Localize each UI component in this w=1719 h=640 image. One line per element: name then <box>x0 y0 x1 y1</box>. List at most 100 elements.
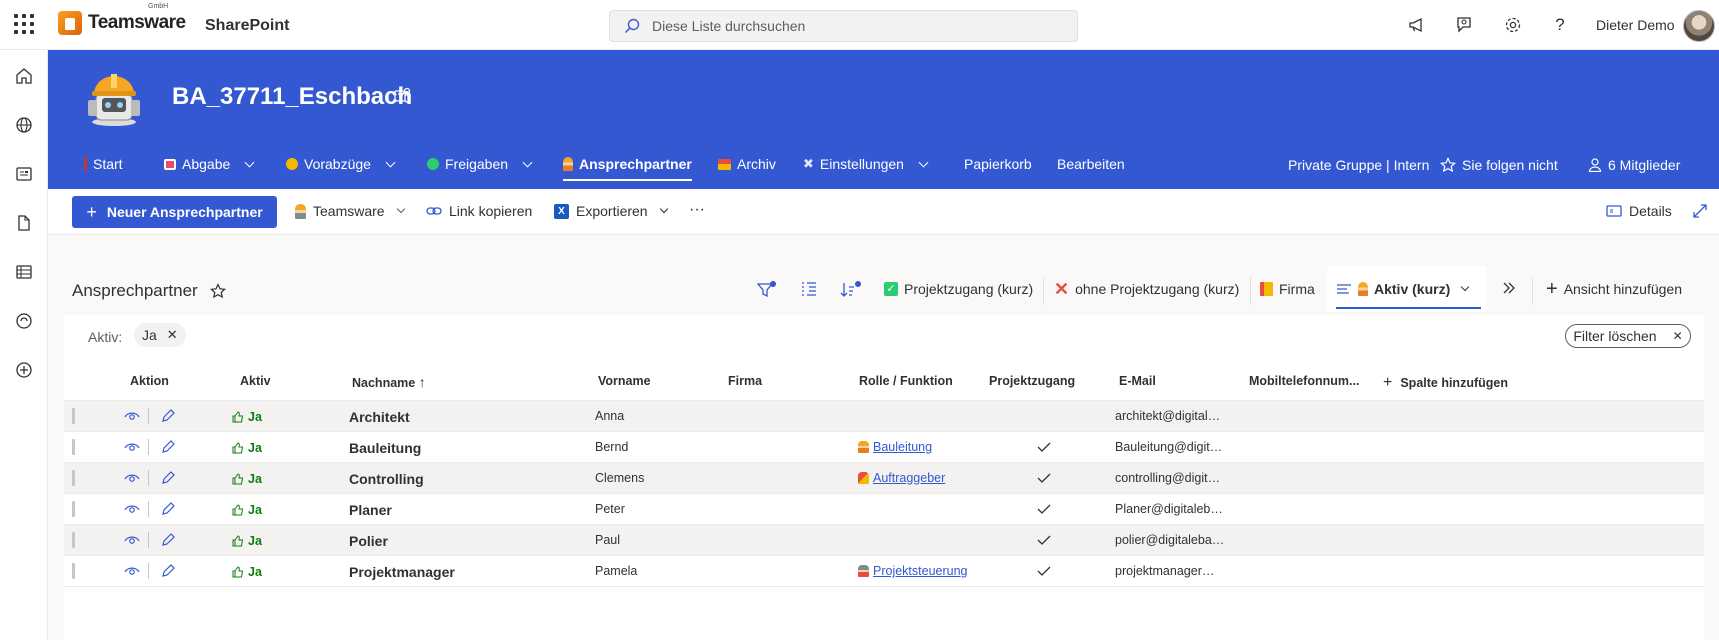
filter-icon[interactable] <box>757 281 777 299</box>
pencil-icon[interactable] <box>160 532 176 548</box>
aktiv-cell: Ja <box>232 410 262 424</box>
more-button[interactable]: ··· <box>689 201 705 219</box>
pencil-icon[interactable] <box>160 470 176 486</box>
column-header-vorname[interactable]: Vorname <box>598 374 651 388</box>
nachname-cell[interactable]: Architekt <box>349 409 410 425</box>
rolle-link[interactable]: Bauleitung <box>858 440 932 454</box>
eye-icon[interactable] <box>124 472 140 484</box>
column-header-aktion[interactable]: Aktion <box>130 374 169 388</box>
nav-item-start[interactable]: Start <box>84 156 123 172</box>
star-icon[interactable] <box>209 283 226 299</box>
column-header-mobil[interactable]: Mobiltelefonnum... <box>1249 374 1359 388</box>
user-name[interactable]: Dieter Demo <box>1596 17 1675 33</box>
table-row[interactable]: Ja Architekt Anna architekt@digitaleb... <box>64 401 1704 432</box>
view-separator <box>1250 277 1251 305</box>
sites-icon[interactable] <box>12 309 36 333</box>
nachname-cell[interactable]: Bauleitung <box>349 440 421 456</box>
nav-item-abgabe[interactable]: Abgabe <box>164 156 255 172</box>
create-icon[interactable] <box>12 358 36 382</box>
column-header-rolle[interactable]: Rolle / Funktion <box>859 374 953 388</box>
eye-icon[interactable] <box>124 441 140 453</box>
pencil-icon[interactable] <box>160 408 176 424</box>
avatar[interactable] <box>1683 10 1715 42</box>
nav-item-ansprechpartner[interactable]: Ansprechpartner <box>563 156 692 181</box>
nav-item-papierkorb[interactable]: Papierkorb <box>964 156 1032 172</box>
column-header-firma[interactable]: Firma <box>728 374 762 388</box>
search-box[interactable] <box>609 10 1078 42</box>
list-icon[interactable] <box>12 260 36 284</box>
column-header-nachname[interactable]: Nachname ↑ <box>352 374 426 390</box>
eye-icon[interactable] <box>124 565 140 577</box>
column-header-projektzugang[interactable]: Projektzugang <box>989 374 1075 388</box>
rolle-link[interactable]: Auftraggeber <box>858 471 945 485</box>
nachname-cell[interactable]: Planer <box>349 502 392 518</box>
table-row[interactable]: Ja Bauleitung Bernd Bauleitung Bauleitun… <box>64 432 1704 463</box>
clear-filter-button[interactable]: Filter löschen ✕ <box>1565 324 1691 348</box>
members-button[interactable]: 6 Mitglieder <box>1588 157 1680 173</box>
app-launcher-icon[interactable] <box>12 12 36 36</box>
feedback-icon[interactable] <box>1453 14 1475 36</box>
file-icon[interactable] <box>12 211 36 235</box>
nachname-cell[interactable]: Controlling <box>349 471 424 487</box>
nav-item-einstellungen[interactable]: ✖ Einstellungen <box>803 156 929 172</box>
table-row[interactable]: Ja Planer Peter Planer@digitalebau... <box>64 494 1704 525</box>
expand-icon[interactable] <box>1692 203 1708 219</box>
details-label: Details <box>1629 203 1672 219</box>
sort-icon[interactable] <box>840 281 862 299</box>
news-icon[interactable] <box>12 162 36 186</box>
row-select-handle[interactable] <box>72 563 75 579</box>
rolle-link[interactable]: Projektsteuerung <box>858 564 968 578</box>
pencil-icon[interactable] <box>160 563 176 579</box>
search-input[interactable] <box>652 18 1032 34</box>
view-tab-firma[interactable]: Firma <box>1260 281 1315 297</box>
new-contact-button[interactable]: + Neuer Ansprechpartner <box>72 196 277 228</box>
megaphone-icon[interactable] <box>1406 14 1428 36</box>
row-select-handle[interactable] <box>72 439 75 455</box>
thumbs-up-icon <box>232 442 244 454</box>
nav-item-freigaben[interactable]: Freigaben <box>427 156 533 172</box>
eye-icon[interactable] <box>124 410 140 422</box>
table-row[interactable]: Ja Controlling Clemens Auftraggeber cont… <box>64 463 1704 494</box>
filter-chip[interactable]: Ja ✕ <box>134 323 186 347</box>
app-name[interactable]: SharePoint <box>205 17 289 35</box>
column-header-email[interactable]: E-Mail <box>1119 374 1156 388</box>
group-by-icon[interactable] <box>800 281 818 297</box>
nav-item-vorabzuege[interactable]: Vorabzüge <box>286 156 396 172</box>
eye-icon[interactable] <box>124 503 140 515</box>
gear-icon[interactable] <box>1502 14 1524 36</box>
site-title[interactable]: BA_37711_Eschbach <box>172 83 412 111</box>
close-icon[interactable]: ✕ <box>167 327 178 343</box>
help-icon[interactable]: ? <box>1549 14 1571 36</box>
suite-header: Teamsware GmbH SharePoint ? Dieter Demo <box>0 0 1719 50</box>
list-title-label[interactable]: Ansprechpartner <box>72 281 198 301</box>
table-row[interactable]: Ja Projektmanager Pamela Projektsteuerun… <box>64 556 1704 587</box>
teams-icon[interactable] <box>393 86 413 106</box>
nav-item-bearbeiten[interactable]: Bearbeiten <box>1057 156 1125 172</box>
brand-logo[interactable]: Teamsware <box>58 11 186 35</box>
copy-link-button[interactable]: Link kopieren <box>426 203 532 219</box>
table-row[interactable]: Ja Polier Paul polier@digitalebau... <box>64 525 1704 556</box>
row-select-handle[interactable] <box>72 408 75 424</box>
row-select-handle[interactable] <box>72 532 75 548</box>
globe-icon[interactable] <box>12 113 36 137</box>
pencil-icon[interactable] <box>160 501 176 517</box>
follow-button[interactable]: Sie folgen nicht <box>1440 157 1558 173</box>
pencil-icon[interactable] <box>160 439 176 455</box>
column-header-aktiv[interactable]: Aktiv <box>240 374 271 388</box>
view-tab-aktiv[interactable]: Aktiv (kurz) <box>1336 281 1470 297</box>
details-button[interactable]: Details <box>1606 203 1672 219</box>
teamsware-menu-button[interactable]: Teamsware <box>295 203 405 219</box>
eye-icon[interactable] <box>124 534 140 546</box>
nav-item-archiv[interactable]: Archiv <box>718 156 776 172</box>
view-tab-projektzugang[interactable]: ✓ Projektzugang (kurz) <box>884 281 1033 297</box>
row-select-handle[interactable] <box>72 501 75 517</box>
export-button[interactable]: X Exportieren <box>554 203 668 219</box>
add-view-button[interactable]: + Ansicht hinzufügen <box>1546 279 1682 299</box>
add-column-button[interactable]: + Spalte hinzufügen <box>1383 374 1508 392</box>
nachname-cell[interactable]: Projektmanager <box>349 564 455 580</box>
view-tab-ohne-projektzugang[interactable]: ✕ ohne Projektzugang (kurz) <box>1054 280 1239 298</box>
home-icon[interactable] <box>12 64 36 88</box>
row-select-handle[interactable] <box>72 470 75 486</box>
nachname-cell[interactable]: Polier <box>349 533 388 549</box>
more-views-icon[interactable] <box>1502 281 1516 295</box>
